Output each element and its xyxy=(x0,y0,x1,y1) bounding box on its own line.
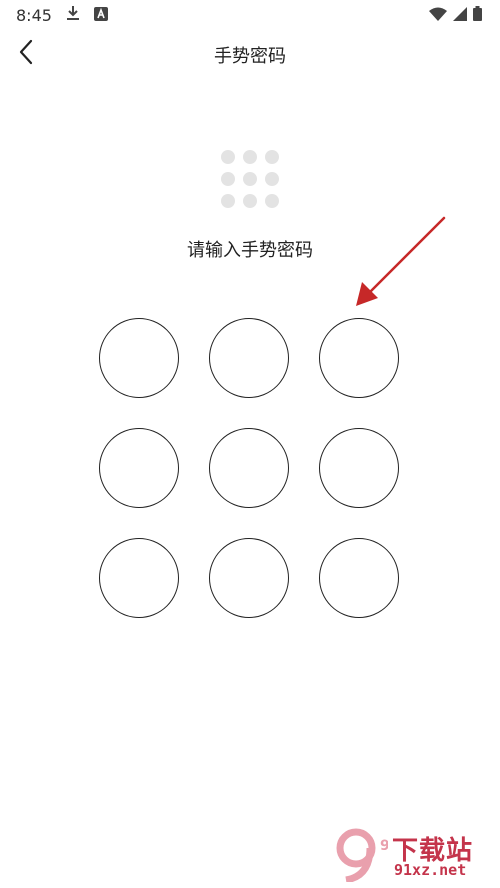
gesture-node-1[interactable] xyxy=(99,318,179,398)
wifi-icon xyxy=(429,6,447,25)
indicator-dot xyxy=(221,194,235,208)
gesture-node-4[interactable] xyxy=(99,428,179,508)
a-badge-icon xyxy=(93,6,108,25)
gesture-preview-indicator xyxy=(221,150,279,208)
watermark: 9 下载站 91xz.net xyxy=(332,828,492,882)
indicator-dot xyxy=(243,172,257,186)
title-bar: 手势密码 xyxy=(0,30,500,80)
gesture-node-6[interactable] xyxy=(319,428,399,508)
indicator-dot xyxy=(243,150,257,164)
battery-icon xyxy=(473,5,482,25)
gesture-node-8[interactable] xyxy=(209,538,289,618)
indicator-dot xyxy=(265,172,279,186)
download-icon xyxy=(66,5,80,25)
page-title: 手势密码 xyxy=(214,46,286,67)
gesture-node-7[interactable] xyxy=(99,538,179,618)
status-right xyxy=(429,5,482,25)
annotation-arrow-icon xyxy=(356,216,446,306)
status-left: 8:45 xyxy=(16,5,108,25)
gesture-node-2[interactable] xyxy=(209,318,289,398)
status-bar: 8:45 xyxy=(0,0,500,30)
indicator-dot xyxy=(243,194,257,208)
indicator-dot xyxy=(221,150,235,164)
indicator-dot xyxy=(265,150,279,164)
watermark-logo-icon: 9 xyxy=(336,828,388,882)
gesture-node-9[interactable] xyxy=(319,538,399,618)
indicator-dot xyxy=(221,172,235,186)
gesture-grid[interactable] xyxy=(99,318,401,620)
svg-text:9: 9 xyxy=(380,838,388,854)
watermark-url: 91xz.net xyxy=(394,861,467,879)
indicator-dot xyxy=(265,194,279,208)
status-time: 8:45 xyxy=(16,5,52,25)
gesture-node-3[interactable] xyxy=(319,318,399,398)
gesture-node-5[interactable] xyxy=(209,428,289,508)
signal-icon xyxy=(453,6,467,25)
